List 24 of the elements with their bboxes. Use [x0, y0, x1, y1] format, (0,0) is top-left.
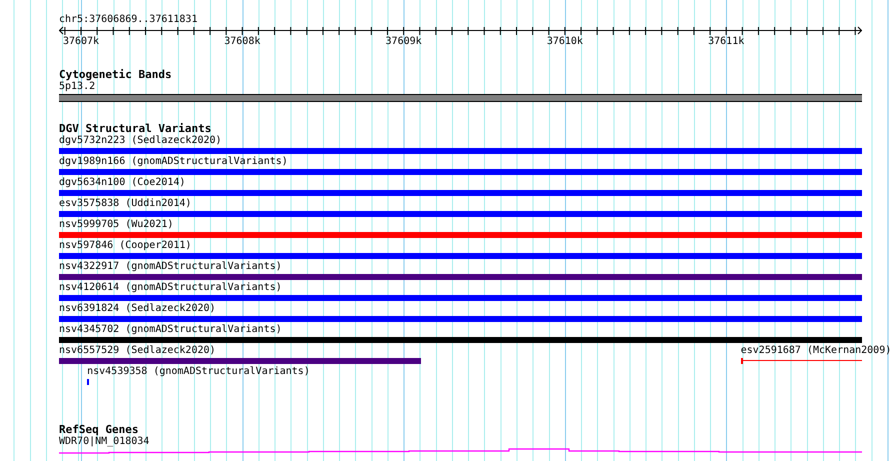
location-text: chr5:37606869..37611831: [59, 14, 198, 26]
feature-label: nsv4120614 (gnomADStructuralVariants): [59, 282, 282, 294]
ruler-label: 37608k: [224, 36, 260, 48]
feature-label: esv3575838 (Uddin2014): [59, 198, 192, 210]
ruler-label: 37611k: [708, 36, 744, 48]
ruler-label: 37607k: [62, 36, 100, 48]
track-title: RefSeq Genes: [59, 424, 138, 436]
feature-label: nsv4345702 (gnomADStructuralVariants): [59, 324, 282, 336]
track-title: DGV Structural Variants: [59, 123, 212, 135]
feature-label: nsv597846 (Cooper2011): [59, 240, 192, 252]
feature-label: WDR70|NM_018034: [59, 436, 150, 448]
feature-label: dgv5732n223 (Sedlazeck2020): [59, 135, 222, 147]
feature-label: nsv5999705 (Wu2021): [59, 219, 174, 231]
feature-label: nsv6391824 (Sedlazeck2020): [59, 303, 216, 315]
ruler-label: 37610k: [546, 36, 583, 48]
ruler-label: 37609k: [386, 36, 422, 48]
feature-label: dgv5634n100 (Coe2014): [59, 177, 186, 189]
feature-label: nsv6557529 (Sedlazeck2020): [59, 345, 216, 357]
feature-label: nsv4539358 (gnomADStructuralVariants): [87, 366, 310, 378]
feature-label: dgv1989n166 (gnomADStructuralVariants): [59, 156, 288, 168]
feature-label: nsv4322917 (gnomADStructuralVariants): [59, 261, 282, 273]
feature-label: 5p13.2: [59, 81, 96, 93]
feature-label: esv2591687 (McKernan2009): [740, 345, 890, 357]
track-title: Cytogenetic Bands: [59, 69, 172, 81]
